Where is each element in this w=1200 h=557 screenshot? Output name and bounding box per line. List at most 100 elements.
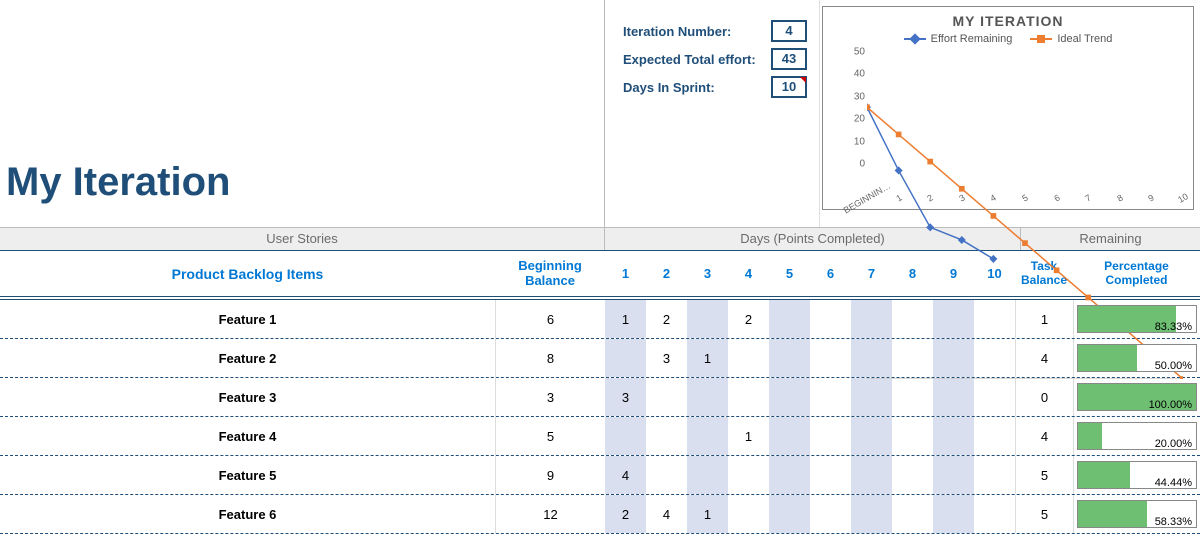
cell-feature-name[interactable]: Feature 4 — [0, 429, 495, 444]
cell-day[interactable] — [646, 417, 687, 455]
cell-feature-name[interactable]: Feature 6 — [0, 507, 495, 522]
col-header-day-4[interactable]: 4 — [728, 266, 769, 281]
cell-day[interactable]: 1 — [728, 417, 769, 455]
col-header-beginning-balance[interactable]: Beginning Balance — [495, 259, 605, 288]
cell-day[interactable] — [851, 495, 892, 533]
cell-percentage[interactable]: 58.33% — [1073, 495, 1200, 533]
cell-day[interactable] — [974, 456, 1015, 494]
col-header-day-1[interactable]: 1 — [605, 266, 646, 281]
col-header-day-3[interactable]: 3 — [687, 266, 728, 281]
cell-day[interactable] — [605, 339, 646, 377]
cell-day[interactable] — [892, 495, 933, 533]
cell-day[interactable] — [892, 417, 933, 455]
cell-day[interactable] — [892, 378, 933, 416]
stat-label-iteration: Iteration Number: — [623, 24, 731, 39]
chart-y-axis: 01020304050 — [841, 63, 865, 175]
cell-day[interactable]: 2 — [646, 300, 687, 338]
cell-day[interactable] — [974, 417, 1015, 455]
cell-day[interactable] — [646, 378, 687, 416]
cell-day[interactable] — [851, 378, 892, 416]
cell-day[interactable] — [810, 300, 851, 338]
cell-day[interactable] — [646, 456, 687, 494]
cell-day[interactable] — [728, 378, 769, 416]
cell-task-balance[interactable]: 5 — [1015, 495, 1073, 533]
cell-percentage[interactable]: 44.44% — [1073, 456, 1200, 494]
cell-day[interactable] — [769, 378, 810, 416]
table-row: Feature 594 544.44% — [0, 456, 1200, 495]
cell-day[interactable] — [933, 495, 974, 533]
col-header-day-6[interactable]: 6 — [810, 266, 851, 281]
cell-day[interactable] — [851, 417, 892, 455]
cell-percentage[interactable]: 50.00% — [1073, 339, 1200, 377]
y-tick: 40 — [841, 69, 865, 80]
cell-day[interactable]: 3 — [646, 339, 687, 377]
cell-day[interactable] — [769, 417, 810, 455]
cell-day[interactable] — [892, 456, 933, 494]
cell-beginning-balance[interactable]: 12 — [495, 495, 605, 533]
stat-value-days[interactable]: 10 — [771, 76, 807, 98]
cell-day[interactable]: 4 — [605, 456, 646, 494]
cell-day[interactable] — [769, 300, 810, 338]
cell-beginning-balance[interactable]: 9 — [495, 456, 605, 494]
stat-value-effort[interactable]: 43 — [771, 48, 807, 70]
cell-beginning-balance[interactable]: 3 — [495, 378, 605, 416]
cell-day[interactable] — [769, 495, 810, 533]
cell-day[interactable] — [728, 495, 769, 533]
cell-beginning-balance[interactable]: 6 — [495, 300, 605, 338]
cell-day[interactable] — [974, 378, 1015, 416]
col-header-day-2[interactable]: 2 — [646, 266, 687, 281]
cell-day[interactable] — [769, 339, 810, 377]
cell-task-balance[interactable]: 4 — [1015, 417, 1073, 455]
x-tick: 6 — [1052, 192, 1061, 203]
cell-day[interactable] — [810, 378, 851, 416]
cell-day[interactable] — [605, 417, 646, 455]
cell-day[interactable] — [810, 339, 851, 377]
cell-percentage[interactable]: 83.33% — [1073, 300, 1200, 338]
cell-day[interactable] — [933, 417, 974, 455]
cell-day[interactable] — [810, 456, 851, 494]
cell-task-balance[interactable]: 5 — [1015, 456, 1073, 494]
cell-day[interactable]: 1 — [687, 339, 728, 377]
stat-value-iteration[interactable]: 4 — [771, 20, 807, 42]
x-tick: 1 — [894, 192, 903, 203]
pct-label: 83.33% — [1155, 321, 1192, 333]
cell-day[interactable] — [687, 456, 728, 494]
cell-day[interactable] — [687, 300, 728, 338]
cell-day[interactable] — [974, 495, 1015, 533]
burndown-chart[interactable]: MY ITERATION Effort Remaining Ideal Tren… — [822, 6, 1194, 210]
cell-beginning-balance[interactable]: 8 — [495, 339, 605, 377]
cell-task-balance[interactable]: 0 — [1015, 378, 1073, 416]
cell-day[interactable] — [728, 456, 769, 494]
col-header-pbi[interactable]: Product Backlog Items — [0, 266, 495, 282]
cell-beginning-balance[interactable]: 5 — [495, 417, 605, 455]
cell-feature-name[interactable]: Feature 3 — [0, 390, 495, 405]
cell-percentage[interactable]: 20.00% — [1073, 417, 1200, 455]
cell-day[interactable] — [687, 378, 728, 416]
table-row: Feature 3330100.00% — [0, 378, 1200, 417]
cell-day[interactable] — [769, 456, 810, 494]
cell-day[interactable]: 2 — [728, 300, 769, 338]
legend-label-ideal: Ideal Trend — [1057, 33, 1112, 45]
cell-day[interactable]: 1 — [605, 300, 646, 338]
cell-day[interactable]: 3 — [605, 378, 646, 416]
cell-day[interactable] — [728, 339, 769, 377]
col-header-day-5[interactable]: 5 — [769, 266, 810, 281]
cell-day[interactable] — [933, 378, 974, 416]
cell-day[interactable] — [851, 456, 892, 494]
cell-day[interactable] — [810, 495, 851, 533]
pct-label: 20.00% — [1155, 438, 1192, 450]
cell-percentage[interactable]: 100.00% — [1073, 378, 1200, 416]
cell-day[interactable] — [933, 456, 974, 494]
cell-feature-name[interactable]: Feature 1 — [0, 312, 495, 327]
y-tick: 10 — [841, 136, 865, 147]
cell-day[interactable]: 2 — [605, 495, 646, 533]
cell-day[interactable]: 4 — [646, 495, 687, 533]
cell-feature-name[interactable]: Feature 5 — [0, 468, 495, 483]
cell-day[interactable] — [810, 417, 851, 455]
x-tick: 10 — [1176, 191, 1190, 205]
cell-day[interactable]: 1 — [687, 495, 728, 533]
cell-day[interactable] — [687, 417, 728, 455]
x-tick: 4 — [989, 192, 998, 203]
cell-feature-name[interactable]: Feature 2 — [0, 351, 495, 366]
x-tick: 7 — [1084, 192, 1093, 203]
